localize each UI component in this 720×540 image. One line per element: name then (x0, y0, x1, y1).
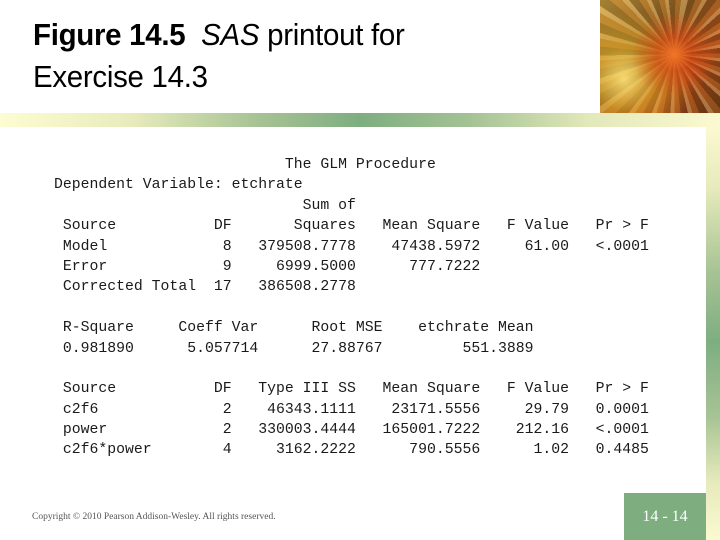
anova-header-row: Source DF Squares Mean Square F Value Pr… (54, 218, 649, 235)
page-number: 14 - 14 (642, 507, 688, 525)
anova-header-top: Sum of (54, 197, 649, 214)
title-rest: printout for (259, 17, 405, 52)
anova-table-row: Error 9 6999.5000 777.7222 (54, 258, 649, 275)
side-gradient-bar (706, 127, 720, 540)
type3-table-row: c2f6 2 46343.1111 23171.5556 29.79 0.000… (54, 401, 649, 418)
slide-title: Figure 14.5 SAS printout for Exercise 14… (33, 14, 405, 98)
anova-table-row: Corrected Total 17 386508.2778 (54, 279, 649, 296)
fit-stats-header-row: R-Square Coeff Var Root MSE etchrate Mea… (54, 320, 534, 337)
type3-table-row: c2f6*power 4 3162.2222 790.5556 1.02 0.4… (54, 442, 649, 459)
slide-title-line-1: Figure 14.5 SAS printout for (33, 14, 405, 56)
procedure-title: The GLM Procedure (54, 157, 436, 173)
fit-stats-values-row: 0.981890 5.057714 27.88767 551.3889 (54, 340, 534, 357)
slide-title-line-2: Exercise 14.3 (33, 59, 208, 94)
copyright-notice: Copyright © 2010 Pearson Addison-Wesley.… (32, 512, 276, 522)
dependent-variable-line: Dependent Variable: etchrate (54, 177, 303, 194)
decorative-abstract-image (600, 0, 720, 113)
header-gradient-bar (0, 113, 720, 127)
type3-header-row: Source DF Type III SS Mean Square F Valu… (54, 381, 649, 398)
anova-table-row: Model 8 379508.7778 47438.5972 61.00 <.0… (54, 238, 649, 255)
sas-label: SAS (201, 17, 260, 52)
figure-label: Figure 14.5 (33, 17, 186, 52)
type3-table-row: power 2 330003.4444 165001.7222 212.16 <… (54, 422, 649, 439)
sas-printout: The GLM Procedure Dependent Variable: etc… (54, 155, 649, 461)
page-number-badge: 14 - 14 (624, 493, 706, 540)
